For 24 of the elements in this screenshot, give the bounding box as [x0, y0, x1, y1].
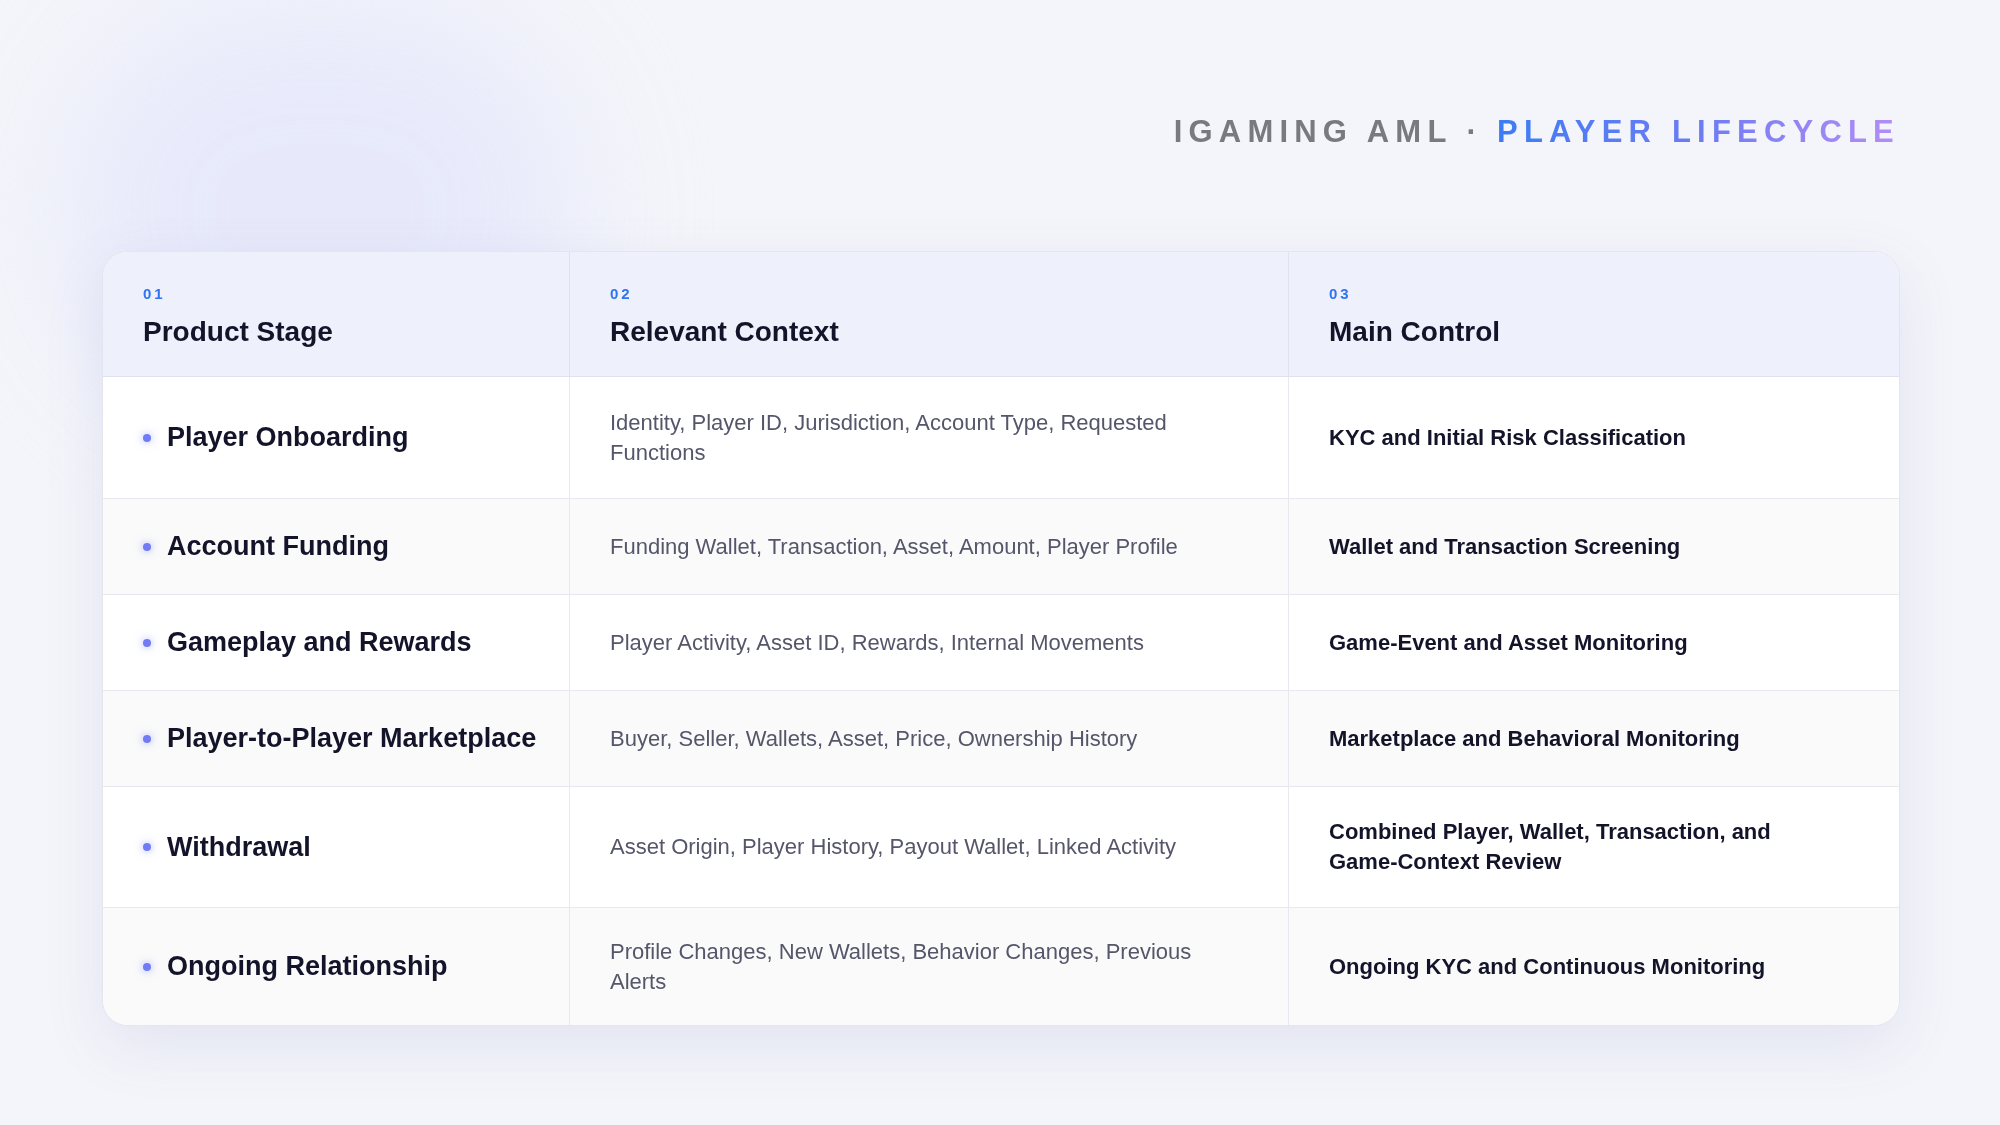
context-text: Buyer, Seller, Wallets, Asset, Price, Ownership History: [610, 724, 1138, 753]
control-text: Combined Player, Wallet, Transaction, and Game-Context Review: [1329, 818, 1772, 876]
control-text: Game-Event and Asset Monitoring: [1329, 628, 1688, 657]
context-text: Identity, Player ID, Jurisdiction, Account Type, Requested Functions: [610, 408, 1168, 467]
stage-name: Withdrawal: [167, 830, 311, 864]
control-text: Wallet and Transaction Screening: [1329, 532, 1681, 561]
column-number: 02: [610, 283, 633, 304]
column-number: 03: [1329, 283, 1352, 304]
stage-name: Player Onboarding: [167, 421, 409, 455]
control-text: Marketplace and Behavioral Monitoring: [1329, 724, 1740, 753]
context-text: Player Activity, Asset ID, Rewards, Internal Movements: [610, 628, 1144, 657]
stage-name: Ongoing Relationship: [167, 950, 448, 984]
column-number: 01: [143, 283, 166, 304]
column-header: Relevant Context: [610, 315, 839, 350]
context-text: Funding Wallet, Transaction, Asset, Amount, Player Profile: [610, 532, 1178, 561]
stage-name: Account Funding: [167, 530, 389, 564]
stage-name: Player-to-Player Marketplace: [167, 722, 537, 756]
column-header: Product Stage: [143, 315, 333, 350]
context-text: Asset Origin, Player History, Payout Wallet, Linked Activity: [610, 833, 1177, 861]
column-header: Main Control: [1329, 315, 1501, 350]
context-text: Profile Changes, New Wallets, Behavior Changes, Previous Alerts: [610, 937, 1193, 996]
control-text: Ongoing KYC and Continuous Monitoring: [1329, 952, 1766, 981]
stage-name: Gameplay and Rewards: [167, 626, 472, 660]
control-text: KYC and Initial Risk Classification: [1329, 423, 1686, 452]
